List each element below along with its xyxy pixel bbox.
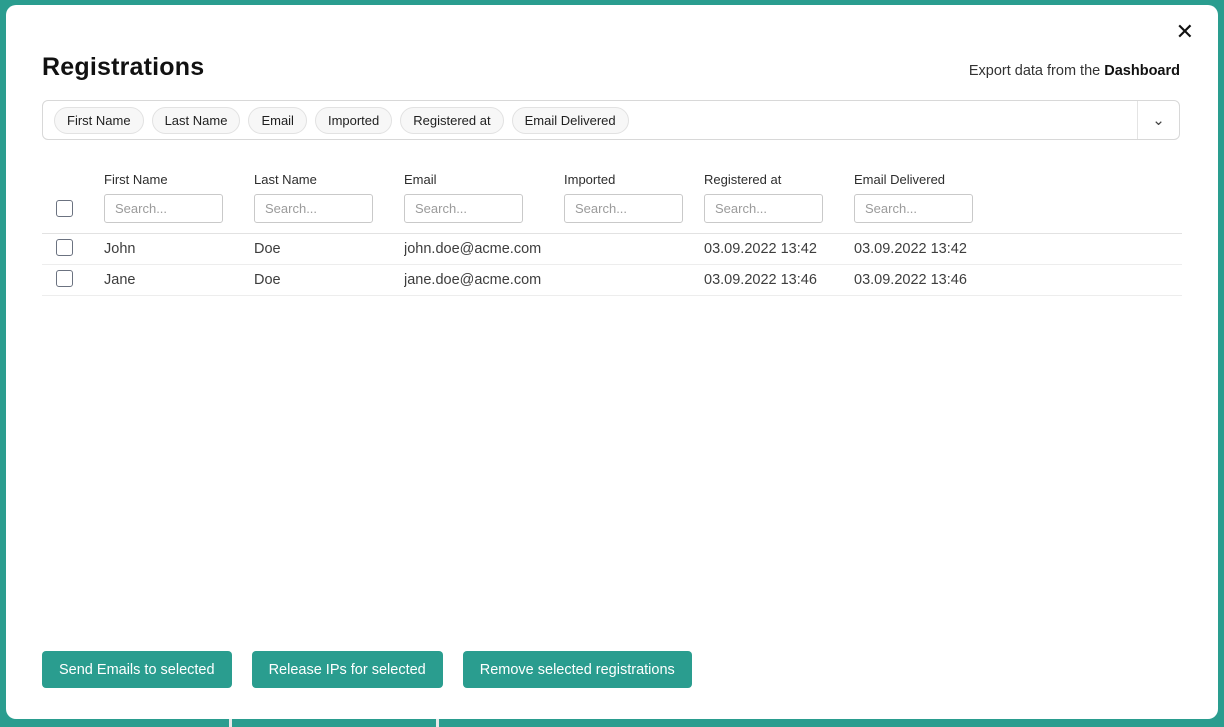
remove-registrations-button[interactable]: Remove selected registrations bbox=[463, 651, 692, 688]
cell-registered-at: 03.09.2022 13:42 bbox=[704, 241, 854, 257]
table-header-row: First Name Last Name Email Imported Regi… bbox=[42, 172, 1182, 234]
search-input-first-name[interactable] bbox=[104, 194, 223, 223]
background-page-fragment bbox=[436, 719, 439, 727]
filter-dropdown-toggle[interactable]: ⌄ bbox=[1137, 101, 1179, 139]
search-input-email[interactable] bbox=[404, 194, 523, 223]
release-ips-button[interactable]: Release IPs for selected bbox=[252, 651, 443, 688]
search-input-registered-at[interactable] bbox=[704, 194, 823, 223]
filter-chip-imported[interactable]: Imported bbox=[315, 107, 392, 134]
export-hint: Export data from the Dashboard bbox=[969, 63, 1180, 82]
column-label: Last Name bbox=[254, 172, 404, 187]
column-email-delivered: Email Delivered bbox=[854, 172, 1182, 223]
search-input-last-name[interactable] bbox=[254, 194, 373, 223]
send-emails-button[interactable]: Send Emails to selected bbox=[42, 651, 232, 688]
column-label: Registered at bbox=[704, 172, 854, 187]
column-imported: Imported bbox=[564, 172, 704, 223]
chevron-down-icon: ⌄ bbox=[1152, 111, 1165, 129]
cell-first-name: John bbox=[104, 241, 254, 257]
filter-chip-list: First Name Last Name Email Imported Regi… bbox=[54, 107, 629, 134]
cell-email: john.doe@acme.com bbox=[404, 241, 564, 257]
filter-chip-last-name[interactable]: Last Name bbox=[152, 107, 241, 134]
action-bar: Send Emails to selected Release IPs for … bbox=[42, 651, 1182, 688]
modal-header: Registrations Export data from the Dashb… bbox=[42, 53, 1180, 82]
filter-chip-email[interactable]: Email bbox=[248, 107, 307, 134]
cell-registered-at: 03.09.2022 13:46 bbox=[704, 272, 854, 288]
table-row: Jane Doe jane.doe@acme.com 03.09.2022 13… bbox=[42, 265, 1182, 296]
cell-email-delivered: 03.09.2022 13:46 bbox=[854, 272, 1182, 288]
filter-chip-registered-at[interactable]: Registered at bbox=[400, 107, 503, 134]
row-checkbox[interactable] bbox=[56, 270, 73, 287]
cell-email-delivered: 03.09.2022 13:42 bbox=[854, 241, 1182, 257]
column-last-name: Last Name bbox=[254, 172, 404, 223]
dashboard-link[interactable]: Dashboard bbox=[1104, 63, 1180, 79]
column-registered-at: Registered at bbox=[704, 172, 854, 223]
row-checkbox-cell bbox=[42, 270, 104, 291]
table-row: John Doe john.doe@acme.com 03.09.2022 13… bbox=[42, 234, 1182, 265]
registrations-modal: ✕ Registrations Export data from the Das… bbox=[6, 5, 1218, 719]
column-label: Email Delivered bbox=[854, 172, 1182, 187]
background-page-fragment bbox=[229, 719, 232, 727]
header-checkbox-cell bbox=[42, 200, 104, 223]
cell-first-name: Jane bbox=[104, 272, 254, 288]
column-email: Email bbox=[404, 172, 564, 223]
select-all-checkbox[interactable] bbox=[56, 200, 73, 217]
cell-email: jane.doe@acme.com bbox=[404, 272, 564, 288]
filter-chip-first-name[interactable]: First Name bbox=[54, 107, 144, 134]
registrations-table: First Name Last Name Email Imported Regi… bbox=[42, 172, 1182, 296]
row-checkbox[interactable] bbox=[56, 239, 73, 256]
row-checkbox-cell bbox=[42, 239, 104, 260]
export-hint-text: Export data from the bbox=[969, 63, 1100, 79]
page-title: Registrations bbox=[42, 53, 204, 82]
column-label: Imported bbox=[564, 172, 704, 187]
column-first-name: First Name bbox=[104, 172, 254, 223]
search-input-email-delivered[interactable] bbox=[854, 194, 973, 223]
close-icon[interactable]: ✕ bbox=[1172, 17, 1198, 47]
filter-bar: First Name Last Name Email Imported Regi… bbox=[42, 100, 1180, 140]
cell-last-name: Doe bbox=[254, 272, 404, 288]
filter-chip-email-delivered[interactable]: Email Delivered bbox=[512, 107, 629, 134]
column-label: Email bbox=[404, 172, 564, 187]
column-label: First Name bbox=[104, 172, 254, 187]
cell-last-name: Doe bbox=[254, 241, 404, 257]
search-input-imported[interactable] bbox=[564, 194, 683, 223]
